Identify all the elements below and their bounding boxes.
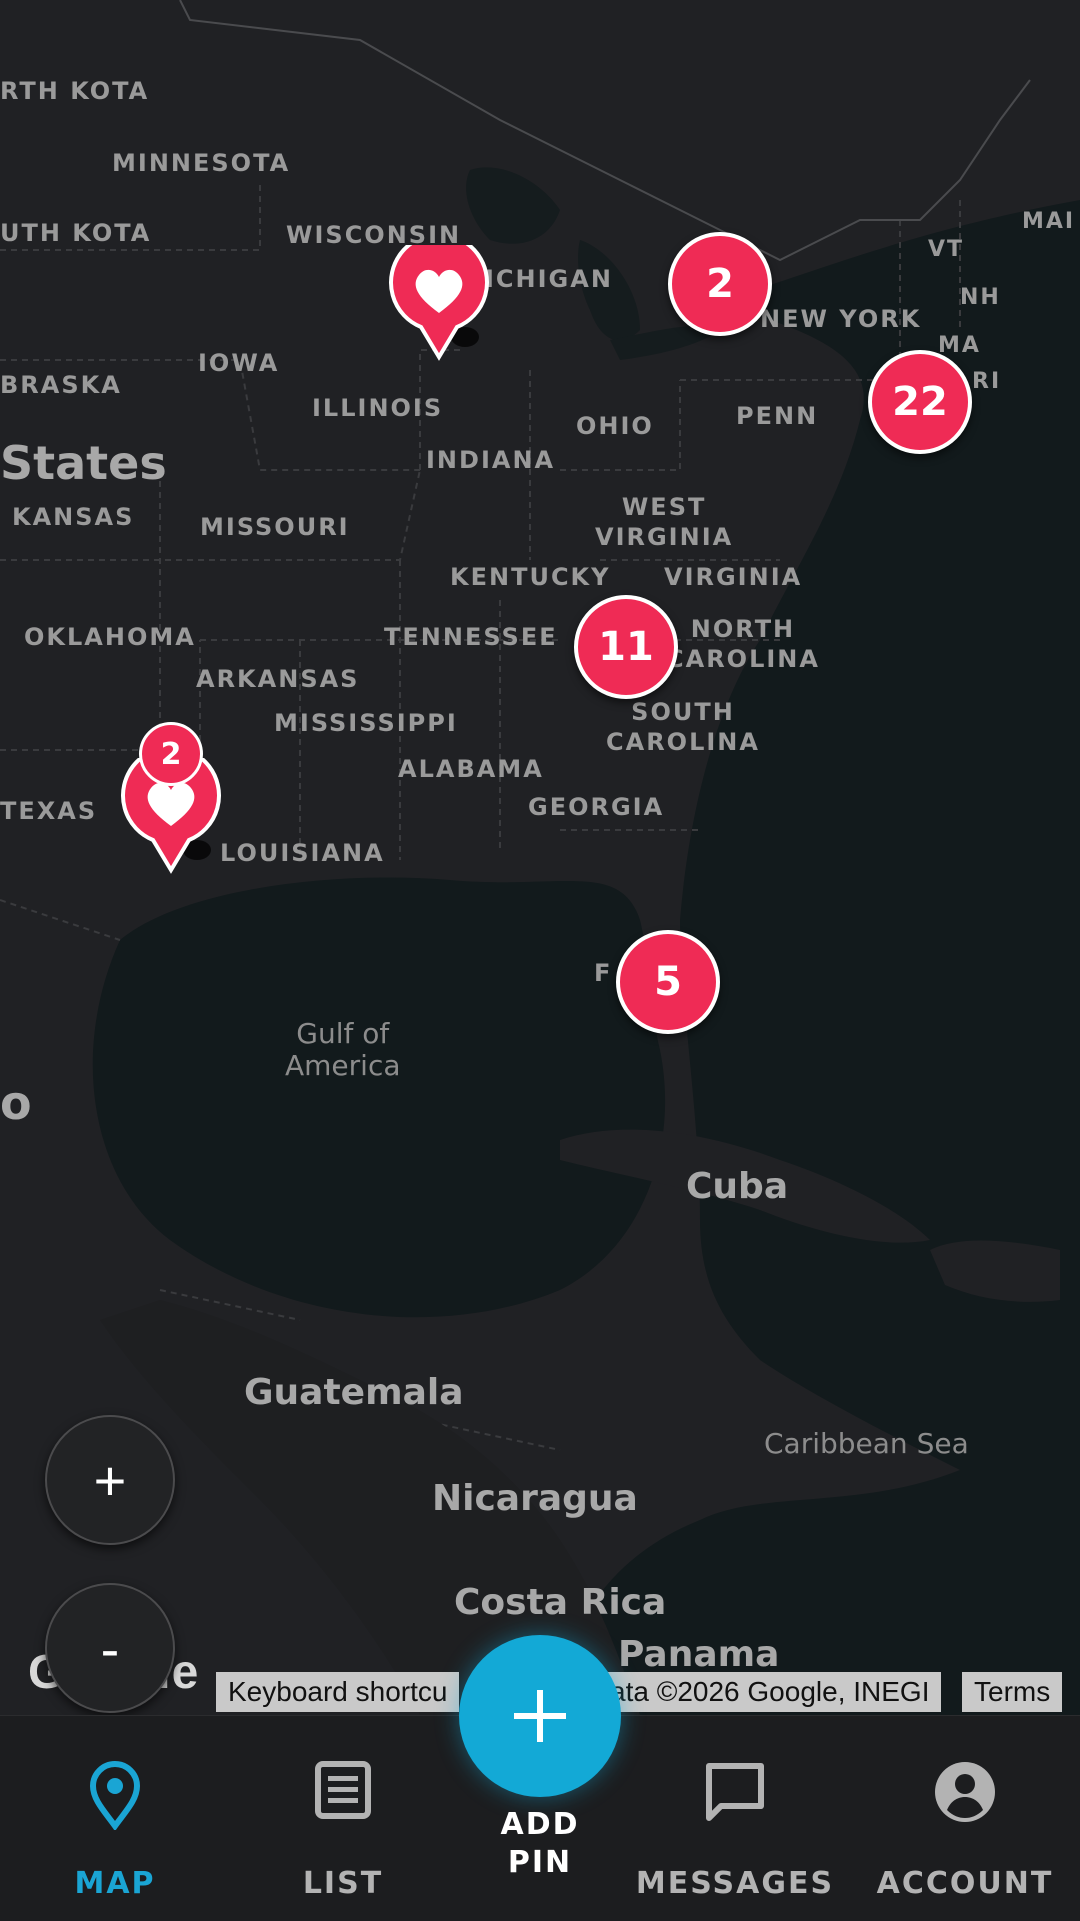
nav-tab-list[interactable]: LIST [243, 1716, 443, 1921]
cluster-marker-southeast[interactable]: 11 [574, 595, 678, 699]
map-label-south-dakota: UTH KOTA [0, 219, 152, 247]
add-pin-label: ADD PIN [500, 1807, 580, 1880]
map-label-illinois: ILLINOIS [312, 394, 444, 422]
add-pin-button[interactable] [459, 1635, 621, 1797]
map-label-tennessee: TENNESSEE [384, 623, 558, 651]
map-view[interactable]: RTH KOTA MINNESOTA UTH KOTA WISCONSIN IC… [0, 0, 1080, 1715]
nav-tab-account[interactable]: ACCOUNT [865, 1716, 1065, 1921]
map-label-ohio: OHIO [576, 412, 654, 440]
map-label-mexico: o [0, 1076, 32, 1130]
map-label-kentucky: KENTUCKY [450, 563, 611, 591]
cluster-marker-northeast[interactable]: 22 [868, 350, 972, 454]
map-label-oklahoma: OKLAHOMA [24, 623, 196, 651]
map-label-penn: PENN [736, 402, 819, 430]
map-label-nebraska: BRASKA [0, 371, 122, 399]
cluster-marker-florida[interactable]: 5 [616, 930, 720, 1034]
location-pin-icon [89, 1761, 141, 1830]
map-label-missouri: MISSOURI [200, 513, 350, 541]
map-label-south-carolina: SOUTH CAROLINA [606, 698, 760, 756]
map-label-panama: Panama [618, 1634, 780, 1675]
map-label-gulf: Gulf of America [285, 1017, 401, 1082]
map-label-west-virginia: WEST VIRGINIA [595, 493, 734, 551]
map-label-iowa: IOWA [198, 349, 280, 377]
map-label-vermont: VT [928, 237, 965, 262]
plus-icon [514, 1690, 566, 1742]
nav-label-list: LIST [302, 1866, 384, 1901]
map-label-louisiana: LOUISIANA [220, 839, 385, 867]
terms-link[interactable]: Terms [962, 1672, 1063, 1712]
map-label-michigan: ICHIGAN [485, 265, 613, 293]
keyboard-shortcuts-link[interactable]: Keyboard shortcu [216, 1672, 460, 1712]
map-label-costa-rica: Costa Rica [454, 1582, 667, 1623]
map-label-north-dakota: RTH KOTA [0, 77, 150, 105]
chat-icon [706, 1763, 764, 1821]
map-label-texas: TEXAS [0, 797, 98, 825]
cluster-marker-great-lakes[interactable]: 2 [668, 232, 772, 336]
nav-label-messages: MESSAGES [635, 1866, 835, 1901]
map-data-attribution: ata ©2026 Google, INEGI [598, 1672, 942, 1712]
nav-label-account: ACCOUNT [876, 1866, 1054, 1901]
map-label-minnesota: MINNESOTA [112, 149, 291, 177]
zoom-in-button[interactable]: + [45, 1415, 175, 1545]
map-label-nicaragua: Nicaragua [432, 1478, 638, 1519]
map-label-mississippi: MISSISSIPPI [274, 709, 458, 737]
nav-tab-map[interactable]: MAP [15, 1716, 215, 1921]
pin-count-badge: 2 [139, 722, 203, 786]
nav-label-map: MAP [74, 1866, 156, 1901]
map-label-rhode-island: RI [972, 369, 1002, 394]
map-label-maine: MAI [1022, 209, 1076, 234]
map-label-arkansas: ARKANSAS [196, 665, 360, 693]
map-label-georgia: GEORGIA [528, 793, 665, 821]
map-label-florida: F [594, 959, 613, 987]
list-icon [315, 1761, 371, 1819]
zoom-out-button[interactable]: - [45, 1583, 175, 1713]
map-label-cuba: Cuba [686, 1166, 789, 1207]
map-label-kansas: KANSAS [12, 503, 135, 531]
map-label-united-states: States [0, 436, 167, 490]
map-label-north-carolina: NORTH CAROLINA [666, 615, 820, 673]
map-label-alabama: ALABAMA [398, 755, 544, 783]
map-label-guatemala: Guatemala [244, 1372, 464, 1413]
map-label-virginia: VIRGINIA [664, 563, 803, 591]
map-label-caribbean: Caribbean Sea [764, 1427, 969, 1460]
heart-pin-michigan[interactable] [387, 232, 491, 365]
heart-pin-icon [389, 232, 489, 361]
map-label-new-hampshire: NH [960, 285, 1001, 310]
account-icon [935, 1762, 995, 1822]
map-label-indiana: INDIANA [426, 446, 556, 474]
nav-tab-messages[interactable]: MESSAGES [635, 1716, 835, 1921]
map-label-new-york: NEW YORK [760, 305, 922, 333]
